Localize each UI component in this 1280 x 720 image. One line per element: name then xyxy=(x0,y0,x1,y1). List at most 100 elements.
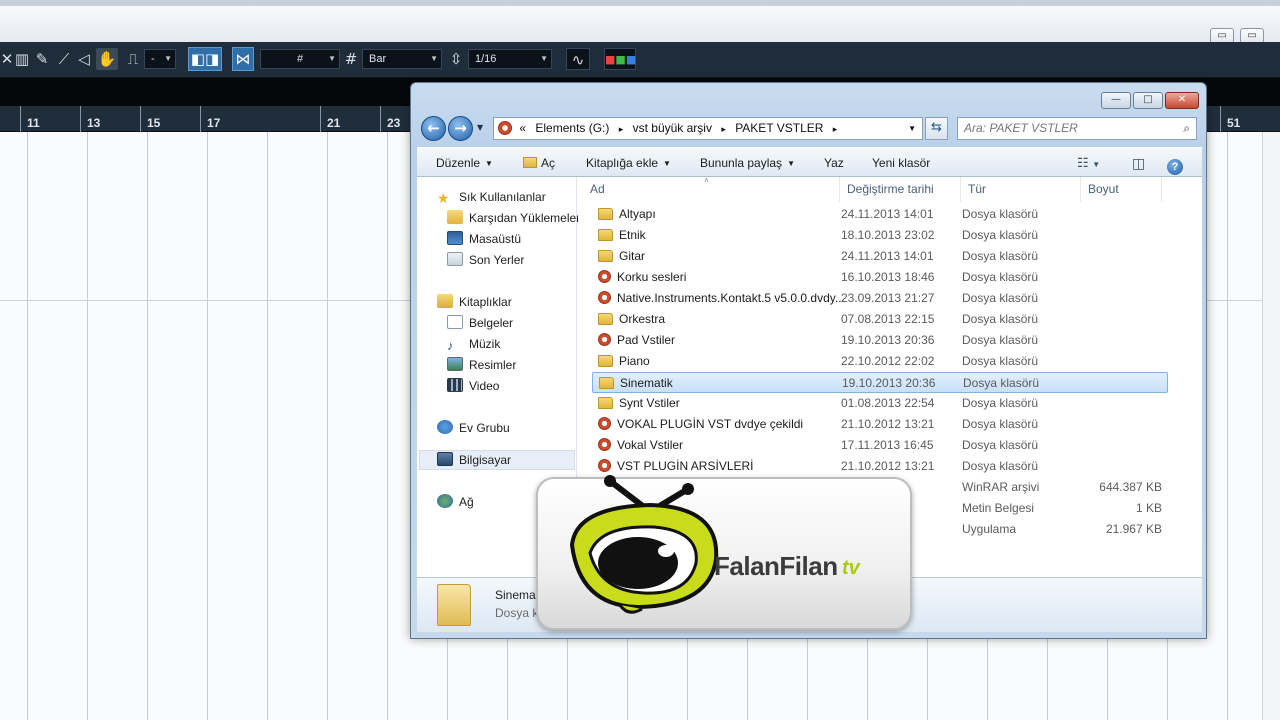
line-tool-icon[interactable]: ⟋ xyxy=(54,48,74,70)
waveform-icon[interactable]: ∿ xyxy=(566,48,590,70)
grid-line xyxy=(207,132,208,720)
color-palette-icon[interactable]: ■■■ xyxy=(604,48,636,70)
ruler-label: 21 xyxy=(320,106,340,132)
search-icon: ⌕ xyxy=(1183,121,1190,135)
file-date: 21.10.2012 13:21 xyxy=(841,459,935,473)
share-with-button[interactable]: Bununla paylaş ▼ xyxy=(700,148,795,178)
homegroup-icon xyxy=(437,420,453,434)
file-date: 22.10.2012 22:02 xyxy=(841,354,935,368)
nav-network[interactable]: Ağ xyxy=(437,492,474,512)
nav-recent-places[interactable]: Son Yerler xyxy=(447,250,524,270)
daw-toolbar: ✕ ▥ ✎ ⟋ ◁ ✋ ⎍ - ▼ ◧◨ ⋈ # ▼ # Bar ▼ ⇳ 1/1… xyxy=(0,42,1280,78)
burn-button[interactable]: Yaz xyxy=(824,148,844,178)
grid-type-dropdown[interactable]: Bar ▼ xyxy=(362,49,442,69)
file-name-cell: Gitar xyxy=(598,246,846,267)
file-size: 1 KB xyxy=(1135,501,1162,515)
file-row[interactable]: Synt Vstiler 01.08.2013 22:54 Dosya klasör… xyxy=(592,393,1168,414)
open-button[interactable]: Aç xyxy=(523,148,555,178)
close-button[interactable]: ✕ xyxy=(1165,92,1199,109)
file-name: Korku sesleri xyxy=(617,270,687,284)
ruler-label: 23 xyxy=(380,106,400,132)
file-row[interactable]: Korku sesleri 16.10.2013 18:46 Dosya klasö… xyxy=(592,267,1168,288)
ruler-label: 17 xyxy=(200,106,220,132)
nav-desktop[interactable]: Masaüstü xyxy=(447,229,521,249)
breadcrumb-segment[interactable]: Elements (G:) xyxy=(535,118,609,139)
column-header-size[interactable]: Boyut xyxy=(1082,177,1162,202)
snap-icon: ◧◨ xyxy=(190,50,220,68)
views-icon[interactable]: ☷ ▼ xyxy=(1077,148,1100,178)
file-date: 07.08.2013 22:15 xyxy=(841,312,935,326)
organize-label: Düzenle xyxy=(436,156,481,170)
hand-tool-icon[interactable]: ✋ xyxy=(96,48,118,70)
file-name-cell: Vokal Vstiler xyxy=(598,435,846,456)
back-button[interactable]: ← xyxy=(421,116,446,141)
file-row[interactable]: Orkestra 07.08.2013 22:15 Dosya klasörü xyxy=(592,309,1168,330)
address-overflow[interactable]: « xyxy=(519,118,526,139)
column-header-type[interactable]: Tür xyxy=(962,177,1081,202)
nav-computer[interactable]: Bilgisayar xyxy=(437,450,511,470)
address-history-chevron-icon[interactable]: ▼ xyxy=(908,118,916,139)
nav-pictures[interactable]: Resimler xyxy=(447,355,516,375)
breadcrumb-separator[interactable]: ▸ xyxy=(833,119,838,140)
breadcrumb-separator[interactable]: ▸ xyxy=(619,119,624,140)
recent-pages-chevron-icon[interactable]: ▼ xyxy=(477,123,483,132)
breadcrumb-separator[interactable]: ▸ xyxy=(721,119,726,140)
file-name-cell: Synt Vstiler xyxy=(598,393,846,414)
nav-music[interactable]: ♪ Müzik xyxy=(447,334,500,354)
pencil-tool-icon[interactable]: ✎ xyxy=(32,48,52,70)
file-type: Dosya klasörü xyxy=(963,376,1040,390)
breadcrumb-segment[interactable]: vst büyük arşiv xyxy=(633,118,712,139)
mute-tool-icon[interactable]: ◁ xyxy=(74,48,94,70)
address-bar[interactable]: « Elements (G:) ▸ vst büyük arşiv ▸ PAKE… xyxy=(493,117,923,140)
file-row[interactable]: Piano 22.10.2012 22:02 Dosya klasörü xyxy=(592,351,1168,372)
organize-button[interactable]: Düzenle ▼ xyxy=(436,148,493,178)
file-name: Synt Vstiler xyxy=(619,396,680,410)
file-name: Orkestra xyxy=(619,312,666,326)
breadcrumb-segment[interactable]: PAKET VSTLER xyxy=(735,118,823,139)
daw-titlebar: ▭ ▭ xyxy=(0,0,1280,44)
preview-pane-icon[interactable]: ◫ xyxy=(1132,148,1145,178)
search-input[interactable]: Ara: PAKET VSTLER ⌕ xyxy=(957,117,1197,140)
add-to-library-button[interactable]: Kitaplığa ekle ▼ xyxy=(586,148,671,178)
grid-line xyxy=(87,132,88,720)
file-date: 18.10.2013 23:02 xyxy=(841,228,935,242)
column-header-name[interactable]: Ad ˄ xyxy=(584,177,840,202)
nav-downloads[interactable]: Karşıdan Yüklemeler xyxy=(447,208,580,228)
daw-vertical-scrollbar[interactable] xyxy=(1262,132,1280,720)
maximize-button[interactable]: □ xyxy=(1133,92,1163,109)
nav-homegroup[interactable]: Ev Grubu xyxy=(437,418,510,438)
file-type: Dosya klasörü xyxy=(962,354,1039,368)
column-header-date[interactable]: Değiştirme tarihi xyxy=(841,177,961,202)
file-date: 23.09.2013 21:27 xyxy=(841,291,935,305)
watermark-logo: FalanFilan tv xyxy=(536,475,912,630)
file-row[interactable]: Gitar 24.11.2013 14:01 Dosya klasörü xyxy=(592,246,1168,267)
help-icon[interactable]: ? xyxy=(1167,148,1183,178)
quantize-preset-dropdown[interactable]: 1/16 ▼ xyxy=(468,49,552,69)
tv-mascot-icon xyxy=(569,475,719,614)
nav-videos[interactable]: Video xyxy=(447,376,499,396)
nav-documents[interactable]: Belgeler xyxy=(447,313,513,333)
file-name-cell: Native.Instruments.Kontakt.5 v5.0.0.dvdy… xyxy=(598,288,846,309)
archive-folder-icon xyxy=(598,438,611,451)
file-row[interactable]: Altyapı 24.11.2013 14:01 Dosya klasörü xyxy=(592,204,1168,225)
grid-icon-dropdown[interactable]: # ▼ xyxy=(260,49,340,69)
file-row[interactable]: Etnik 18.10.2013 23:02 Dosya klasörü xyxy=(592,225,1168,246)
file-row[interactable]: Sinematik 19.10.2013 20:36 Dosya klasörü xyxy=(592,372,1168,393)
file-row[interactable]: Vokal Vstiler 17.11.2013 16:45 Dosya klasö… xyxy=(592,435,1168,456)
file-row[interactable]: Native.Instruments.Kontakt.5 v5.0.0.dvdy… xyxy=(592,288,1168,309)
command-bar: Düzenle ▼ Aç Kitaplığa ekle ▼ Bununla payl… xyxy=(417,147,1202,177)
file-row[interactable]: VOKAL PLUGİN VST dvdye çekildi 21.10.2012… xyxy=(592,414,1168,435)
file-name: Native.Instruments.Kontakt.5 v5.0.0.dvdy… xyxy=(617,291,845,305)
nav-libraries[interactable]: Kitaplıklar xyxy=(437,292,512,312)
file-row[interactable]: Pad Vstiler 19.10.2013 20:36 Dosya klasörü xyxy=(592,330,1168,351)
new-folder-button[interactable]: Yeni klasör xyxy=(872,148,930,178)
split-tool-icon[interactable]: ▥ xyxy=(12,48,32,70)
nav-documents-label: Belgeler xyxy=(469,316,514,330)
quantize-dropdown[interactable]: - ▼ xyxy=(144,49,176,69)
folder-icon xyxy=(598,397,613,409)
minimize-button[interactable]: — xyxy=(1101,92,1131,109)
nav-favorites[interactable]: ★ Sık Kullanılanlar xyxy=(437,187,546,207)
forward-button[interactable]: → xyxy=(448,116,473,141)
refresh-button[interactable]: ⇆ xyxy=(925,117,948,140)
file-type: Dosya klasörü xyxy=(962,396,1039,410)
